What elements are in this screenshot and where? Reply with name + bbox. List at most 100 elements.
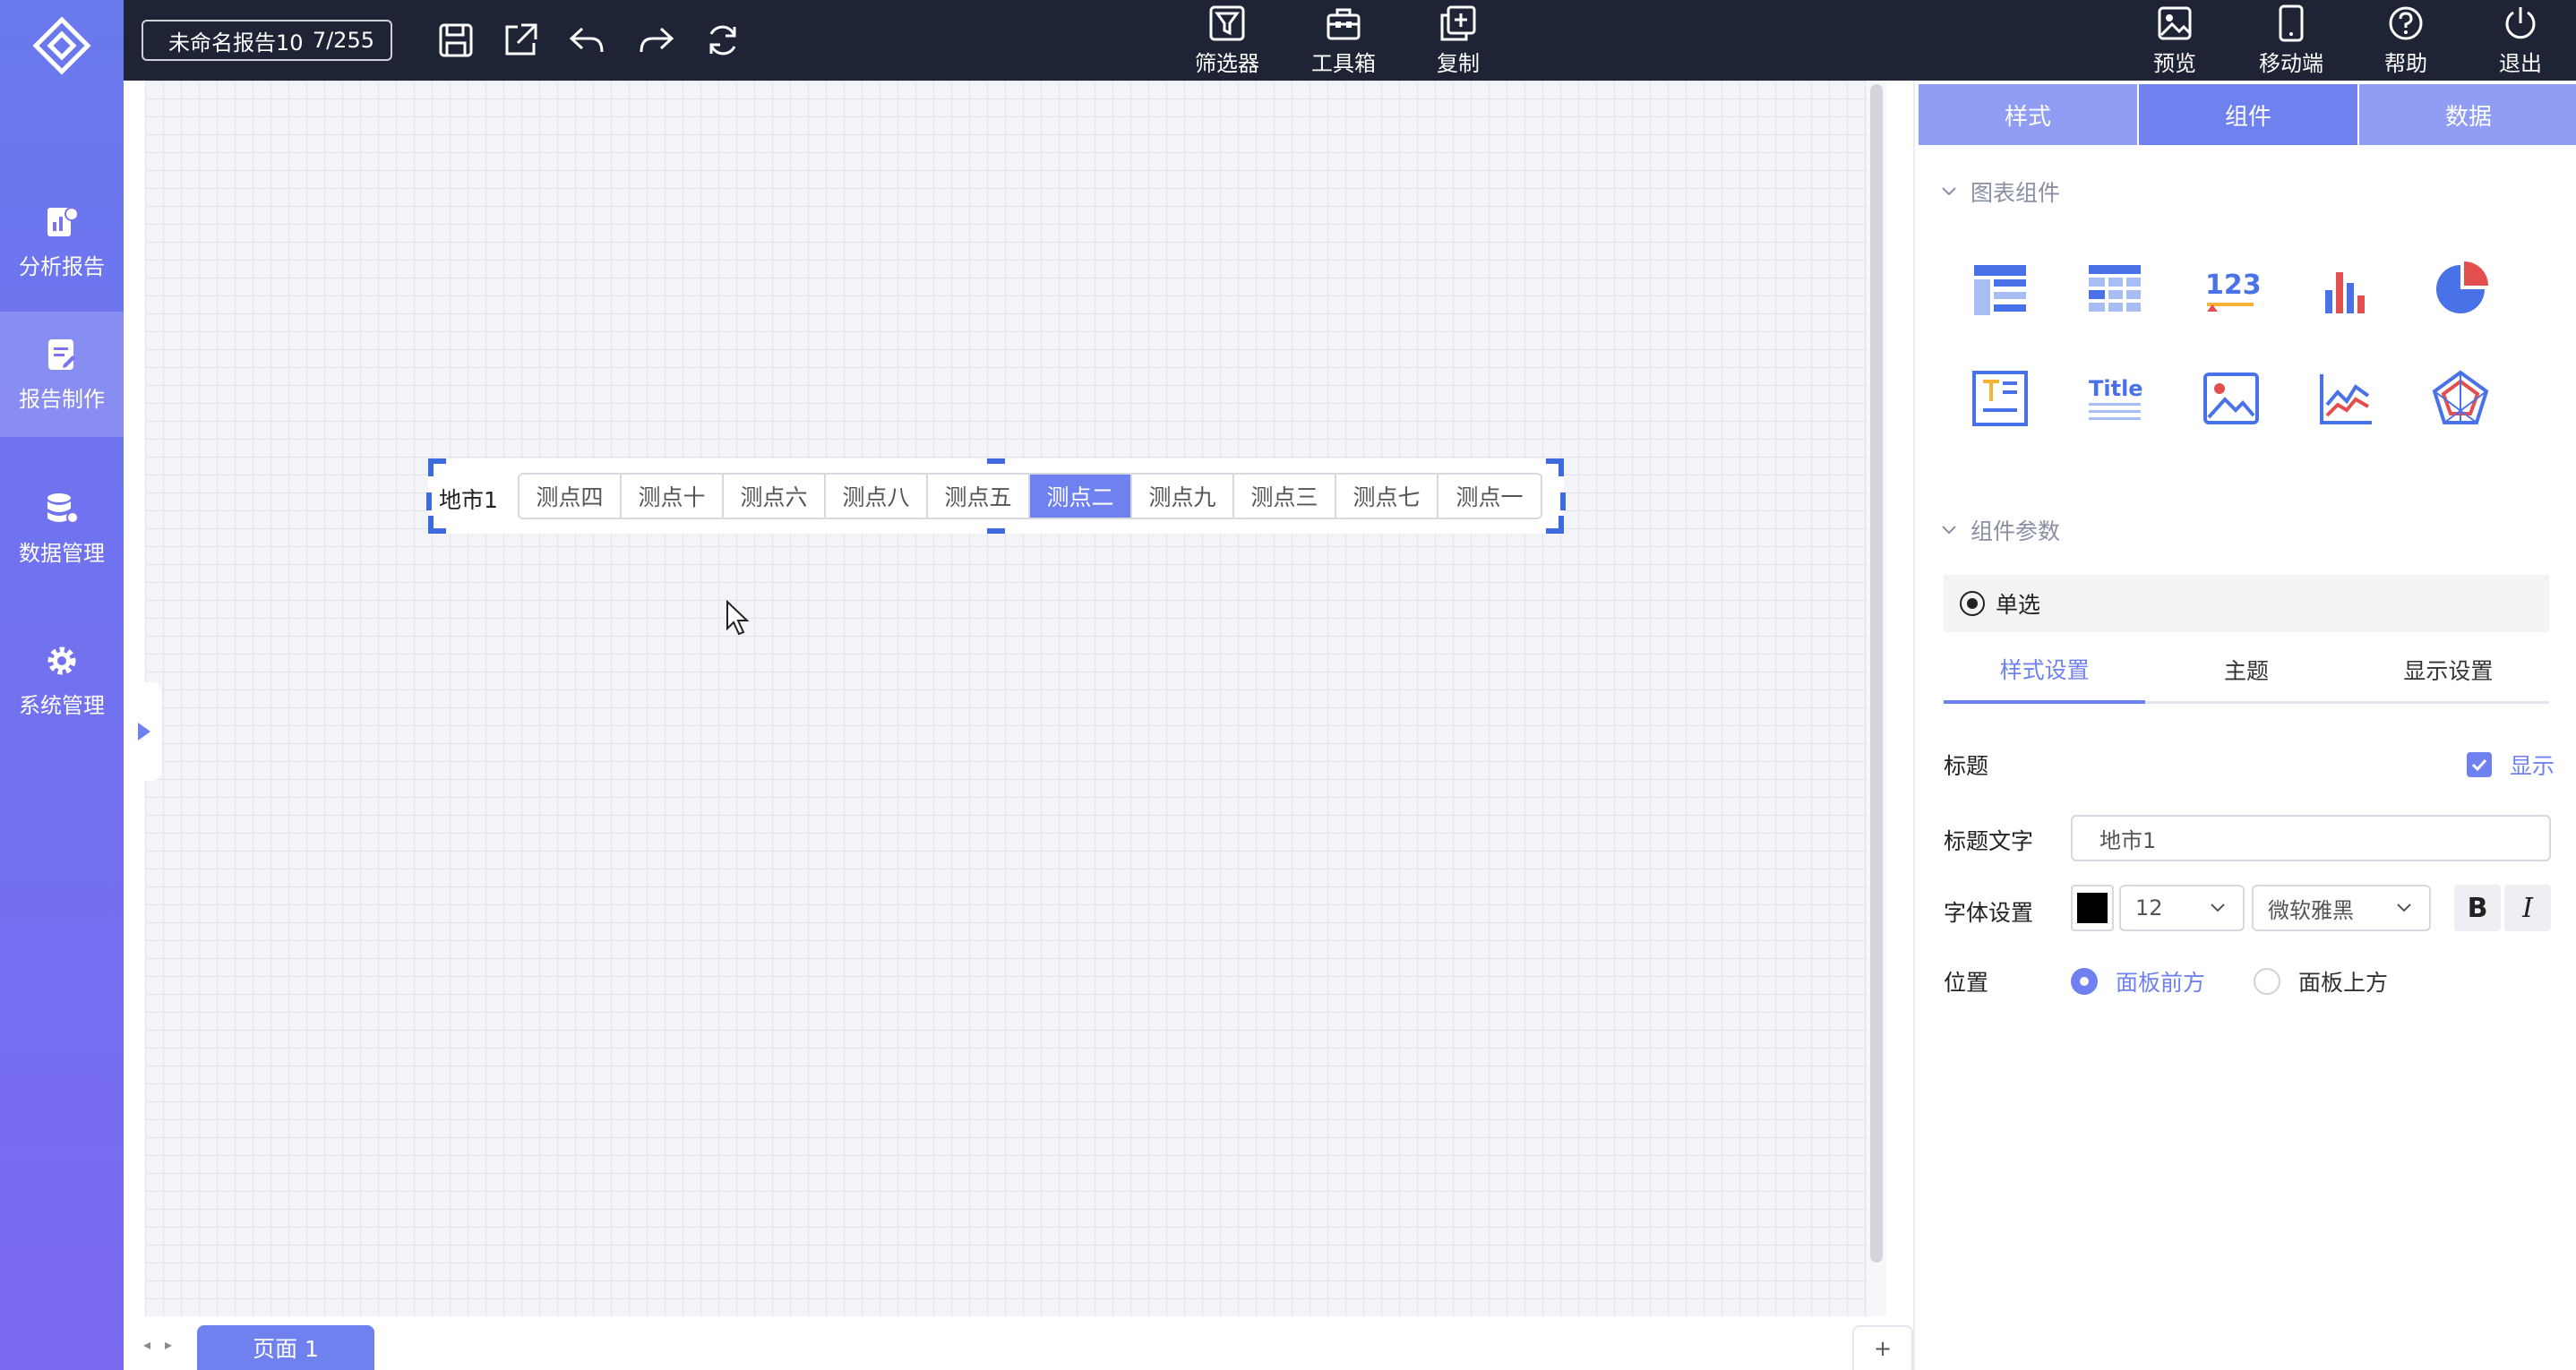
tab-data[interactable]: 数据 — [2357, 84, 2576, 145]
font-family-select[interactable]: 微软雅黑 — [2252, 885, 2431, 931]
option-item[interactable]: 测点八 — [826, 475, 928, 518]
image-icon[interactable] — [2200, 367, 2263, 430]
sidebar-expand-button[interactable] — [125, 682, 161, 781]
title-icon[interactable]: Title — [2083, 367, 2146, 430]
option-item[interactable]: 测点一 — [1438, 475, 1541, 518]
mobile-button[interactable]: 移动端 — [2246, 4, 2336, 77]
widget-title: 地市1 — [439, 487, 498, 513]
resize-handle-top[interactable] — [987, 458, 1005, 464]
resize-handle-top-left[interactable] — [428, 458, 446, 476]
report-name-box[interactable]: 未命名报告10 7/255 — [142, 20, 392, 61]
page-prev-button[interactable]: ◂ — [143, 1336, 150, 1353]
component-params-header[interactable]: 组件参数 — [1940, 514, 2060, 546]
redo-button[interactable] — [634, 18, 679, 63]
font-color-picker[interactable] — [2071, 885, 2114, 931]
resize-handle-bottom[interactable] — [987, 528, 1005, 534]
canvas-scrollbar[interactable] — [1867, 81, 1886, 1316]
preview-icon — [2158, 6, 2192, 39]
radio-icon — [1960, 591, 1985, 616]
chart-components-header[interactable]: 图表组件 — [1940, 176, 2060, 208]
tab-style[interactable]: 样式 — [1919, 84, 2137, 145]
database-icon — [47, 492, 79, 524]
redo-icon — [640, 27, 674, 53]
subtab-style-settings[interactable]: 样式设置 — [1944, 638, 2146, 704]
bar-chart-icon[interactable] — [2314, 258, 2377, 321]
help-icon — [2389, 6, 2423, 39]
radio-icon — [2071, 968, 2098, 995]
option-item[interactable]: 测点五 — [928, 475, 1030, 518]
resize-handle-left[interactable] — [426, 492, 432, 510]
bold-button[interactable]: B — [2454, 885, 2501, 931]
option-item[interactable]: 测点四 — [519, 475, 622, 518]
left-sidebar: 分析报告 报告制作 数据管理 系统管理 — [0, 0, 124, 1370]
pivot-table-icon[interactable] — [2083, 258, 2146, 321]
sidebar-item-report-making[interactable]: 报告制作 — [0, 312, 124, 437]
tab-component[interactable]: 组件 — [2137, 84, 2357, 145]
chevron-down-icon — [2211, 903, 2225, 912]
export-button[interactable] — [498, 18, 543, 63]
report-canvas[interactable] — [145, 81, 1867, 1316]
refresh-icon — [709, 25, 736, 56]
chevron-down-icon — [2397, 903, 2411, 912]
show-title-checkbox[interactable] — [2467, 752, 2492, 777]
check-icon — [2471, 758, 2487, 772]
undo-button[interactable] — [564, 18, 609, 63]
chevron-down-icon — [1942, 187, 1956, 196]
refresh-button[interactable] — [700, 18, 745, 63]
table-icon[interactable] — [1969, 258, 2031, 321]
italic-button[interactable]: I — [2504, 885, 2551, 931]
option-item-selected[interactable]: 测点二 — [1030, 475, 1132, 518]
position-front-radio[interactable]: 面板前方 — [2071, 965, 2205, 998]
export-icon — [505, 23, 537, 56]
panel-tabs: 样式 组件 数据 — [1919, 84, 2576, 145]
font-size-select[interactable]: 12 — [2119, 885, 2245, 931]
sidebar-item-analysis-report[interactable]: 分析报告 — [0, 179, 124, 304]
text-box-icon[interactable] — [1969, 367, 2031, 430]
undo-icon — [569, 27, 604, 53]
page-next-button[interactable]: ▸ — [165, 1336, 172, 1353]
option-item[interactable]: 测点三 — [1234, 475, 1336, 518]
show-title-label[interactable]: 显示 — [2510, 749, 2555, 781]
option-item[interactable]: 测点十 — [622, 475, 724, 518]
sidebar-item-label: 分析报告 — [19, 253, 105, 279]
position-above-radio[interactable]: 面板上方 — [2254, 965, 2388, 998]
option-group: 测点四 测点十 测点六 测点八 测点五 测点二 测点九 测点三 测点七 测点一 — [518, 473, 1542, 519]
line-chart-icon[interactable] — [2314, 367, 2377, 430]
pie-chart-icon[interactable] — [2429, 258, 2492, 321]
scrollbar-thumb[interactable] — [1870, 84, 1883, 1263]
filter-button[interactable]: 筛选器 — [1182, 4, 1272, 77]
resize-handle-bottom-right[interactable] — [1546, 516, 1564, 534]
param-subtabs: 样式设置 主题 显示设置 — [1944, 638, 2549, 704]
option-item[interactable]: 测点九 — [1132, 475, 1234, 518]
app-logo-icon[interactable] — [32, 16, 91, 75]
component-count: 7/255 — [312, 28, 374, 53]
subtab-theme[interactable]: 主题 — [2145, 638, 2347, 701]
sidebar-item-system-management[interactable]: 系统管理 — [0, 618, 124, 743]
page-bar: ◂ ▸ 页面 1 + — [124, 1316, 1913, 1370]
page-tab[interactable]: 页面 1 — [197, 1325, 374, 1370]
option-item[interactable]: 测点六 — [724, 475, 826, 518]
number-card-icon[interactable]: 123 — [2200, 258, 2263, 321]
logout-button[interactable]: 退出 — [2476, 4, 2565, 77]
title-label: 标题 — [1944, 753, 1989, 779]
chart-report-icon — [47, 206, 79, 236]
radar-chart-icon[interactable] — [2429, 367, 2492, 430]
add-page-button[interactable]: + — [1852, 1325, 1913, 1370]
option-item[interactable]: 测点七 — [1336, 475, 1438, 518]
component-type: 单选 — [1996, 592, 2041, 618]
resize-handle-top-right[interactable] — [1546, 458, 1564, 476]
font-settings-label: 字体设置 — [1944, 900, 2034, 926]
toolbox-icon — [1327, 8, 1361, 39]
toolbox-button[interactable]: 工具箱 — [1299, 4, 1388, 77]
copy-button[interactable]: 复制 — [1413, 4, 1503, 77]
save-button[interactable] — [434, 18, 478, 63]
subtab-display-settings[interactable]: 显示设置 — [2348, 638, 2549, 701]
help-button[interactable]: 帮助 — [2361, 4, 2451, 77]
title-text-input[interactable] — [2071, 815, 2551, 861]
resize-handle-right[interactable] — [1560, 492, 1566, 510]
sidebar-item-data-management[interactable]: 数据管理 — [0, 466, 124, 591]
svg-text:123: 123 — [2205, 270, 2261, 301]
component-type-row: 单选 — [1944, 575, 2549, 632]
preview-button[interactable]: 预览 — [2130, 4, 2220, 77]
single-select-widget[interactable]: 地市1 测点四 测点十 测点六 测点八 测点五 测点二 测点九 测点三 测点七 … — [426, 458, 1566, 534]
